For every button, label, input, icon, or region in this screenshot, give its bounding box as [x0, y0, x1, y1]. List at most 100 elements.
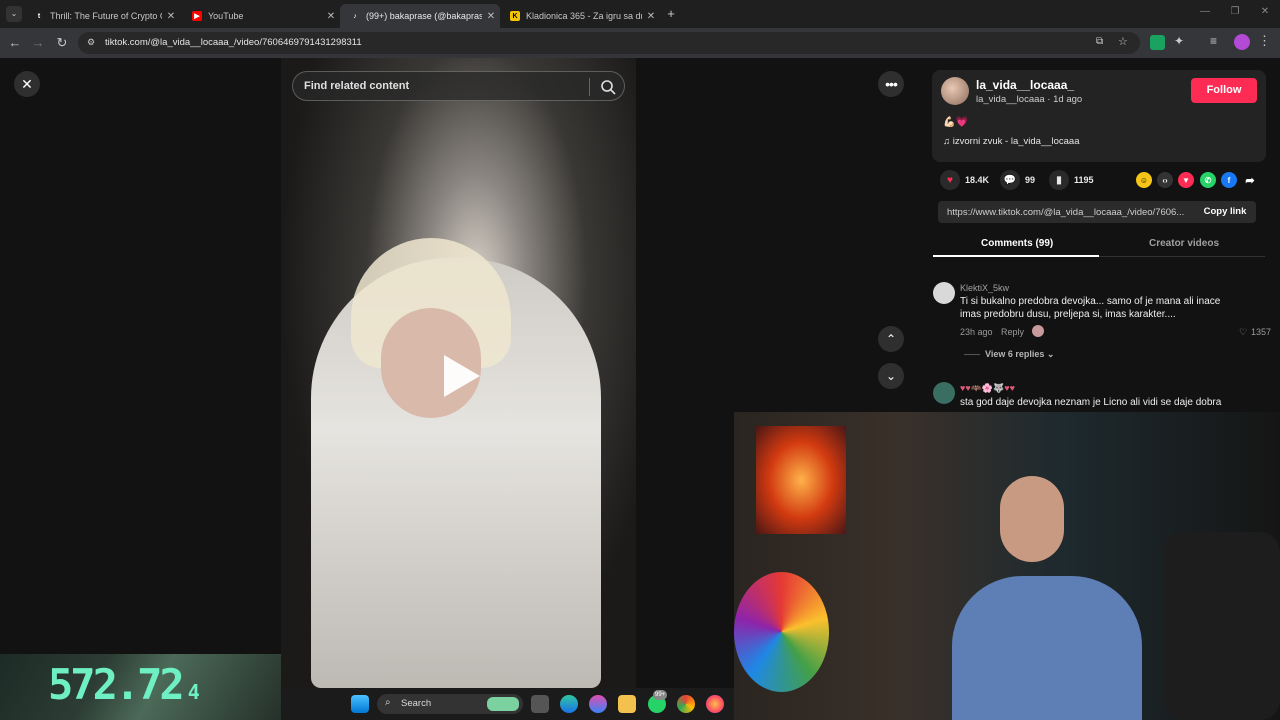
- play-icon[interactable]: [444, 355, 480, 397]
- comment-avatar[interactable]: [933, 282, 955, 304]
- webcam-chair: [1164, 532, 1280, 720]
- install-app-icon[interactable]: ⧉: [1096, 36, 1110, 50]
- comment-reply-button[interactable]: Reply: [1001, 327, 1024, 337]
- window-close-icon[interactable]: ✕: [1258, 6, 1272, 20]
- search-input[interactable]: Find related content: [304, 80, 409, 92]
- webcam-ball: [734, 572, 829, 692]
- tab-search-dropdown[interactable]: ⌄: [6, 6, 22, 22]
- tab-tiktok[interactable]: ♪ (99+) bakaprase (@bakaprase) | ✕: [340, 4, 500, 28]
- like-count: 18.4K: [965, 175, 990, 185]
- firefox-icon[interactable]: [706, 695, 724, 713]
- close-icon[interactable]: ✕: [482, 11, 500, 22]
- save-stat[interactable]: ▮ 1195: [1049, 170, 1094, 190]
- tab-title: YouTube: [208, 11, 244, 21]
- search-icon[interactable]: [599, 78, 617, 96]
- reload-icon[interactable]: ↻: [53, 34, 71, 52]
- counter-small: 4: [187, 680, 200, 704]
- next-video-button[interactable]: ⌄: [878, 363, 904, 389]
- file-explorer-icon[interactable]: [618, 695, 636, 713]
- comment-username[interactable]: KlektiX_5kw: [960, 283, 1009, 293]
- url-text[interactable]: tiktok.com/@la_vida__locaaa_/video/76064…: [105, 37, 362, 48]
- restore-icon[interactable]: ❐: [1228, 6, 1242, 20]
- new-tab-button[interactable]: +: [664, 6, 678, 22]
- webcam-person-head: [1000, 476, 1064, 562]
- copy-link-button[interactable]: Copy link: [1194, 201, 1256, 223]
- repost-icon[interactable]: ▼: [1178, 172, 1194, 188]
- windows-start-icon[interactable]: [351, 695, 369, 713]
- share-link-text[interactable]: https://www.tiktok.com/@la_vida__locaaa_…: [947, 207, 1189, 218]
- counter-value: 572.72 4: [48, 660, 200, 709]
- webcam-person-body: [952, 576, 1142, 720]
- tab-youtube[interactable]: ▶ YouTube ✕: [182, 4, 340, 28]
- replies-divider: [964, 354, 980, 355]
- profile-avatar-icon[interactable]: [1234, 34, 1250, 50]
- music-title: izvorni zvuk - la_vida__locaaa: [952, 136, 1080, 147]
- author-card: la_vida__locaaa_ la_vida__locaaa · 1d ag…: [932, 70, 1266, 162]
- search-highlight-icon: [487, 697, 519, 711]
- author-subline: la_vida__locaaa · 1d ago: [976, 94, 1083, 105]
- webcam-fireplace-screen: [756, 426, 846, 534]
- coin-share-icon[interactable]: ☺: [1136, 172, 1152, 188]
- comment-count: 99: [1025, 175, 1036, 185]
- comment-username[interactable]: ♥♥🦇🌸🐺♥♥: [960, 383, 1015, 394]
- forward-icon[interactable]: →: [29, 34, 47, 52]
- follow-button[interactable]: Follow: [1191, 78, 1257, 103]
- whatsapp-icon[interactable]: ✆: [1200, 172, 1216, 188]
- copilot-icon[interactable]: [589, 695, 607, 713]
- tab-creator-videos[interactable]: Creator videos: [1149, 238, 1219, 249]
- more-options-button[interactable]: •••: [878, 71, 904, 97]
- omnibox[interactable]: ⚙ tiktok.com/@la_vida__locaaa_/video/760…: [78, 32, 1140, 54]
- facebook-icon[interactable]: f: [1221, 172, 1237, 188]
- close-video-button[interactable]: ✕: [14, 71, 40, 97]
- extension-green-icon[interactable]: [1150, 35, 1165, 50]
- comment-like-icon[interactable]: ♡: [1239, 327, 1247, 338]
- tab-thrill[interactable]: t Thrill: The Future of Crypto Casi ✕: [24, 4, 180, 28]
- previous-video-button[interactable]: ⌃: [878, 326, 904, 352]
- tab-active-indicator: [933, 255, 1099, 257]
- embed-icon[interactable]: ‹›: [1157, 172, 1173, 188]
- search-icon: ⌕: [385, 697, 391, 708]
- tab-comments[interactable]: Comments (99): [981, 238, 1053, 249]
- music-link[interactable]: ♫ izvorni zvuk - la_vida__locaaa: [943, 136, 1080, 147]
- search-divider: [589, 78, 590, 96]
- heart-icon[interactable]: ♥: [940, 170, 960, 190]
- taskbar-search[interactable]: ⌕ Search: [377, 694, 523, 714]
- comment-avatar[interactable]: [933, 382, 955, 404]
- minimize-icon[interactable]: —: [1198, 6, 1212, 20]
- comment-like-count: 1357: [1251, 327, 1272, 337]
- share-arrow-icon[interactable]: ➦: [1242, 172, 1258, 188]
- tab-title: Kladionica 365 - Za igru sa druge: [526, 11, 642, 21]
- tab-kladionica[interactable]: K Kladionica 365 - Za igru sa druge ✕: [500, 4, 660, 28]
- bookmark-icon[interactable]: ▮: [1049, 170, 1069, 190]
- kladionica-icon: K: [510, 11, 520, 21]
- comment-text-line: imas predobru dusu, preljepa si, imas ka…: [960, 309, 1176, 320]
- view-replies-button[interactable]: View 6 replies ⌄: [985, 349, 1054, 360]
- notification-badge: 99+: [653, 690, 668, 700]
- comment-stat[interactable]: 💬 99: [1000, 170, 1035, 190]
- webcam-overlay: [734, 412, 1280, 720]
- browser-tab-bar: ⌄ t Thrill: The Future of Crypto Casi ✕ …: [0, 0, 1280, 28]
- site-info-icon[interactable]: ⚙: [87, 37, 99, 49]
- music-note-icon: ♫: [943, 136, 953, 147]
- close-icon[interactable]: ✕: [162, 11, 180, 22]
- task-view-icon[interactable]: [531, 695, 549, 713]
- bookmark-star-icon[interactable]: ☆: [1118, 35, 1132, 49]
- save-count: 1195: [1074, 175, 1094, 185]
- thrill-icon: t: [37, 12, 41, 20]
- related-search-bar[interactable]: Find related content: [292, 71, 625, 101]
- media-control-icon[interactable]: ≡: [1210, 34, 1226, 50]
- chevron-down-icon: ⌄: [1046, 349, 1055, 359]
- close-icon[interactable]: ✕: [642, 11, 660, 22]
- edge-icon[interactable]: [560, 695, 578, 713]
- avatar[interactable]: [941, 77, 969, 105]
- tab-title: (99+) bakaprase (@bakaprase) |: [366, 11, 482, 21]
- close-icon[interactable]: ✕: [322, 11, 340, 22]
- menu-kebab-icon[interactable]: ⋮: [1258, 33, 1271, 51]
- back-icon[interactable]: ←: [6, 34, 24, 52]
- like-stat[interactable]: ♥ 18.4K: [940, 170, 989, 190]
- author-username[interactable]: la_vida__locaaa_: [976, 78, 1074, 92]
- extensions-puzzle-icon[interactable]: ✦: [1174, 34, 1190, 50]
- chrome-icon[interactable]: [677, 695, 695, 713]
- comment-icon[interactable]: 💬: [1000, 170, 1020, 190]
- youtube-icon: ▶: [192, 11, 202, 21]
